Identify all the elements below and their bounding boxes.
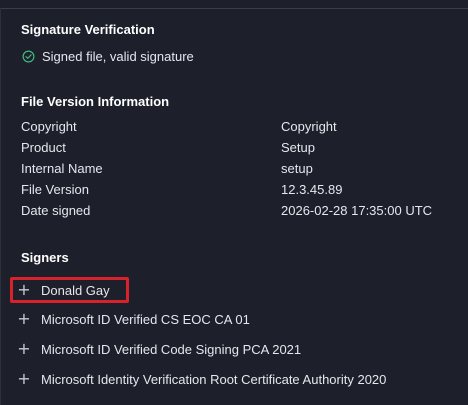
file-version-title: File Version Information — [21, 94, 170, 109]
info-key: Internal Name — [21, 161, 103, 176]
info-value: 2026-02-28 17:35:00 UTC — [281, 203, 433, 218]
info-value: 12.3.45.89 — [281, 182, 343, 197]
plus-icon: + — [17, 369, 31, 388]
info-row-product: Product Setup — [21, 139, 461, 160]
plus-icon: + — [17, 280, 31, 299]
signature-verification-title: Signature Verification — [21, 22, 155, 37]
info-row-copyright: Copyright Copyright — [21, 118, 461, 139]
info-value: Setup — [281, 140, 315, 155]
signer-microsoft-id-verified-cs-eoc-ca-01[interactable]: + Microsoft ID Verified CS EOC CA 01 — [14, 308, 454, 330]
info-key: File Version — [21, 182, 89, 197]
signer-label: Microsoft Identity Verification Root Cer… — [41, 371, 387, 387]
signature-status: Signed file, valid signature — [21, 47, 194, 65]
info-row-file-version: File Version 12.3.45.89 — [21, 181, 461, 202]
info-value: setup — [281, 161, 313, 176]
signer-label: Donald Gay — [41, 282, 110, 298]
panel-left-border — [0, 8, 1, 405]
file-version-table: Copyright Copyright Product Setup Intern… — [21, 118, 461, 223]
signer-label: Microsoft ID Verified CS EOC CA 01 — [41, 311, 250, 327]
info-row-internal-name: Internal Name setup — [21, 160, 461, 181]
signer-label: Microsoft ID Verified Code Signing PCA 2… — [41, 341, 302, 357]
signers-title: Signers — [21, 250, 69, 265]
check-circle-icon — [21, 49, 35, 63]
plus-icon: + — [17, 309, 31, 328]
info-row-date-signed: Date signed 2026-02-28 17:35:00 UTC — [21, 202, 461, 223]
signer-microsoft-id-verified-code-signing-pca-2021[interactable]: + Microsoft ID Verified Code Signing PCA… — [14, 338, 454, 360]
plus-icon: + — [17, 339, 31, 358]
signer-microsoft-identity-verification-root-ca-2020[interactable]: + Microsoft Identity Verification Root C… — [14, 368, 454, 390]
info-key: Date signed — [21, 203, 91, 218]
signature-status-text: Signed file, valid signature — [42, 48, 194, 64]
info-key: Copyright — [21, 119, 77, 134]
info-value: Copyright — [281, 119, 337, 134]
info-key: Product — [21, 140, 66, 155]
signer-donald-gay[interactable]: + Donald Gay — [10, 277, 129, 303]
top-divider — [0, 8, 468, 9]
